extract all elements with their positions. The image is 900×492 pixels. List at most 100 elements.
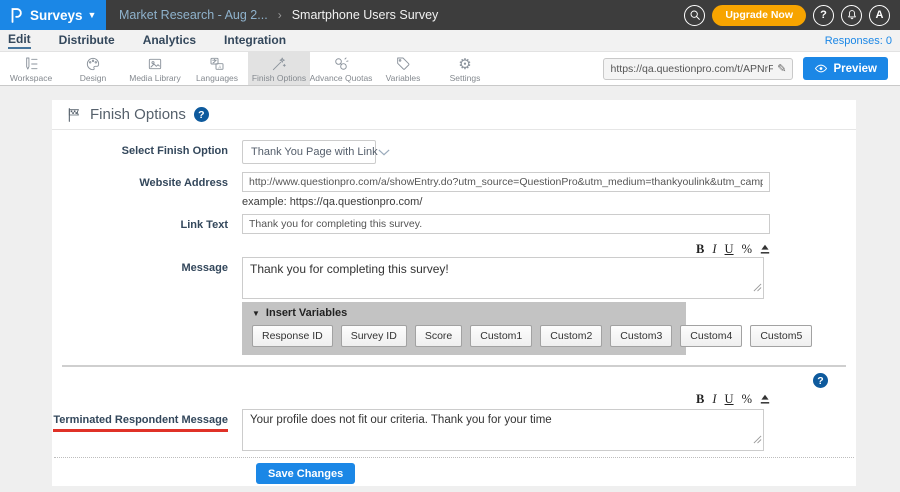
survey-nav: Edit Distribute Analytics Integration Re… [0, 30, 900, 52]
search-button[interactable] [684, 5, 705, 26]
select-chevron-icon [378, 149, 390, 156]
resize-grip-icon[interactable] [753, 279, 762, 297]
nav-tab-analytics[interactable]: Analytics [143, 33, 196, 48]
help-button[interactable]: ? [813, 5, 834, 26]
message-label: Message [52, 257, 242, 355]
media-library-icon [147, 56, 163, 72]
variable-button-custom3[interactable]: Custom3 [610, 325, 672, 347]
terminated-editor-toolbar: B I U % [242, 392, 770, 406]
toolbar-item-settings[interactable]: ⚙ Settings [434, 52, 496, 85]
toolbar-item-label: Media Library [129, 73, 181, 83]
terminated-message-textarea[interactable]: Your profile does not fit our criteria. … [242, 409, 764, 451]
insert-variables-toggle[interactable]: ▼ Insert Variables [252, 307, 676, 319]
toolbar-item-advance-quotas[interactable]: Advance Quotas [310, 52, 372, 85]
link-text-label: Link Text [52, 214, 242, 234]
top-header: Surveys ▼ Market Research - Aug 2... › S… [0, 0, 900, 30]
notifications-button[interactable] [841, 5, 862, 26]
nav-tab-edit[interactable]: Edit [8, 32, 31, 49]
toolbar-item-label: Languages [196, 73, 238, 83]
preview-label: Preview [834, 63, 877, 75]
eye-icon [814, 63, 828, 74]
resize-grip-icon[interactable] [753, 431, 762, 449]
save-changes-button[interactable]: Save Changes [256, 463, 355, 484]
underline-button[interactable]: U [725, 392, 734, 407]
variable-button-custom5[interactable]: Custom5 [750, 325, 812, 347]
variable-button-survey-id[interactable]: Survey ID [341, 325, 407, 347]
toolbar-item-variables[interactable]: Variables [372, 52, 434, 85]
design-icon [85, 56, 101, 72]
dotted-divider [54, 457, 854, 458]
toolbar-item-design[interactable]: Design [62, 52, 124, 85]
website-address-hint: example: https://qa.questionpro.com/ [242, 196, 856, 208]
insert-variables-buttons: Response ID Survey ID Score Custom1 Cust… [252, 325, 676, 347]
panel-header: Finish Options ? [52, 100, 856, 130]
variable-button-response-id[interactable]: Response ID [252, 325, 333, 347]
main-content: Finish Options ? Select Finish Option Th… [0, 86, 900, 491]
toolbar-item-media-library[interactable]: Media Library [124, 52, 186, 85]
link-button[interactable]: % [742, 242, 752, 257]
toolbar-item-workspace[interactable]: Workspace [0, 52, 62, 85]
toolbar-item-label: Advance Quotas [310, 73, 373, 83]
finish-option-label: Select Finish Option [52, 140, 242, 164]
terminated-section-help-icon[interactable]: ? [813, 373, 828, 388]
avatar-button[interactable]: A [869, 5, 890, 26]
finish-option-select[interactable]: Thank You Page with Link [242, 140, 376, 164]
bold-button[interactable]: B [696, 392, 704, 407]
website-address-input[interactable] [242, 172, 770, 192]
nav-tab-distribute[interactable]: Distribute [59, 33, 115, 48]
italic-button[interactable]: I [712, 392, 716, 407]
breadcrumb-separator-icon: › [278, 8, 282, 22]
image-upload-button[interactable] [760, 394, 770, 404]
edit-toolbar: Workspace Design Media Library A Languag… [0, 52, 900, 86]
questionpro-logo-icon [9, 6, 23, 24]
toolbar-item-finish-options[interactable]: Finish Options [248, 52, 310, 85]
insert-variables-title: Insert Variables [266, 307, 347, 319]
bold-button[interactable]: B [696, 242, 704, 257]
image-upload-button[interactable] [760, 244, 770, 254]
toolbar-item-label: Design [80, 73, 106, 83]
languages-icon: A [209, 56, 225, 72]
variable-button-custom4[interactable]: Custom4 [680, 325, 742, 347]
page-title: Finish Options [90, 106, 186, 123]
finish-option-selected-value: Thank You Page with Link [251, 146, 378, 158]
edit-url-icon[interactable]: ✎ [777, 62, 786, 75]
message-textarea[interactable]: Thank you for completing this survey! [242, 257, 764, 299]
surveys-menu[interactable]: Surveys ▼ [0, 0, 106, 30]
upgrade-now-button[interactable]: Upgrade Now [712, 5, 806, 26]
link-text-input[interactable] [242, 214, 770, 234]
preview-button[interactable]: Preview [803, 57, 888, 80]
link-button[interactable]: % [742, 392, 752, 407]
terminated-message-label: Terminated Respondent Message [52, 409, 242, 451]
search-icon [689, 9, 701, 21]
variable-button-custom1[interactable]: Custom1 [470, 325, 532, 347]
advance-quotas-icon [333, 56, 349, 72]
survey-url-field[interactable]: ✎ [603, 58, 793, 80]
toolbar-item-label: Finish Options [252, 73, 306, 83]
breadcrumb-survey-title: Smartphone Users Survey [292, 8, 439, 22]
survey-url-input[interactable] [611, 63, 774, 75]
italic-button[interactable]: I [712, 242, 716, 257]
responses-count[interactable]: Responses: 0 [825, 35, 892, 47]
svg-text:A: A [218, 64, 221, 69]
toolbar-item-languages[interactable]: A Languages [186, 52, 248, 85]
finish-options-panel: Finish Options ? Select Finish Option Th… [52, 100, 856, 486]
header-actions: Upgrade Now ? A [684, 5, 900, 26]
toolbar-item-label: Variables [386, 73, 421, 83]
nav-tab-integration[interactable]: Integration [224, 33, 286, 48]
surveys-menu-label: Surveys [30, 8, 83, 23]
variable-button-custom2[interactable]: Custom2 [540, 325, 602, 347]
breadcrumb: Market Research - Aug 2... › Smartphone … [119, 8, 438, 22]
message-editor-toolbar: B I U % [242, 242, 770, 256]
underline-button[interactable]: U [725, 242, 734, 257]
variable-button-score[interactable]: Score [415, 325, 462, 347]
toolbar-item-label: Workspace [10, 73, 52, 83]
section-divider [62, 365, 846, 367]
settings-gear-icon: ⚙ [458, 56, 471, 72]
chevron-down-icon: ▼ [88, 10, 97, 20]
caret-down-icon: ▼ [252, 309, 260, 318]
toolbar-right: ✎ Preview [603, 52, 900, 85]
breadcrumb-folder[interactable]: Market Research - Aug 2... [119, 8, 268, 22]
bell-icon [846, 9, 858, 21]
finish-options-help-icon[interactable]: ? [194, 107, 209, 122]
finish-options-form: Select Finish Option Thank You Page with… [52, 130, 856, 355]
